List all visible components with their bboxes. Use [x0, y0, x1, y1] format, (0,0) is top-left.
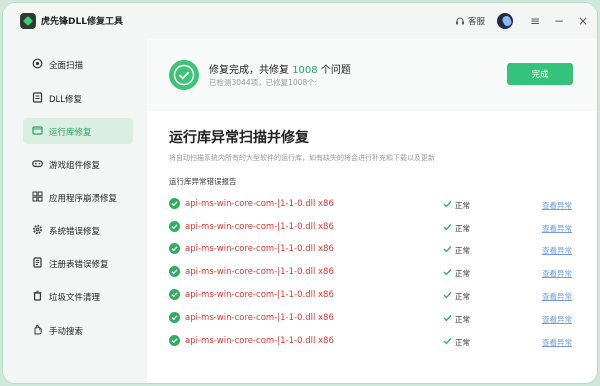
view-error-link[interactable]: 查看异常: [542, 291, 572, 302]
status-label: 正常: [455, 201, 470, 210]
ok-check-icon: [169, 266, 180, 277]
table-row: api-ms-win-core-com-|1-1-0.dll x86 正常 查看…: [169, 265, 579, 279]
status-check-icon: [443, 201, 452, 208]
dll-file-name: api-ms-win-core-com-|1-1-0.dll x86: [185, 244, 334, 254]
status-label: 正常: [455, 292, 470, 301]
repaired-count: 1008: [292, 65, 318, 76]
table-row: api-ms-win-core-com-|1-1-0.dll x86 正常 查看…: [169, 220, 579, 234]
status-check-icon: [443, 292, 452, 299]
registry-icon: [33, 257, 42, 268]
sidebar-item-label: 手动搜索: [49, 327, 84, 337]
dll-file-name: api-ms-win-core-com-|1-1-0.dll x86: [185, 267, 334, 277]
table-row: api-ms-win-core-com-|1-1-0.dll x86 正常 查看…: [169, 197, 579, 211]
status-label: 正常: [455, 246, 470, 255]
dll-file-name: api-ms-win-core-com-|1-1-0.dll x86: [185, 336, 334, 346]
sidebar-item-junk-cleanup[interactable]: 垃圾文件清理: [23, 283, 133, 309]
ok-check-icon: [169, 243, 180, 254]
summary-suffix: 个问题: [317, 65, 351, 76]
view-error-link[interactable]: 查看异常: [542, 314, 572, 325]
sidebar-item-registry[interactable]: 注册表错误修复: [23, 250, 133, 276]
sidebar-item-runtime-repair[interactable]: 运行库修复: [23, 118, 133, 144]
hand-icon: [34, 324, 42, 335]
sidebar-item-manual-search[interactable]: 手动搜索: [23, 317, 133, 343]
result-banner: 修复完成，共修复 1008 个问题 已检测3044项，已修复1008个: 完成: [147, 39, 597, 111]
app-window: 虎先锋DLL修复工具 客服 ≡ − × 全面扫描 DLL修复 运行库修复 游戏组…: [3, 3, 597, 383]
dll-file-name: api-ms-win-core-com-|1-1-0.dll x86: [185, 222, 334, 232]
menu-icon[interactable]: ≡: [525, 11, 545, 31]
ok-check-icon: [169, 312, 180, 323]
table-row: api-ms-win-core-com-|1-1-0.dll x86 正常 查看…: [169, 288, 579, 302]
sidebar-item-dll-repair[interactable]: DLL修复: [23, 85, 133, 111]
sidebar-item-label: 垃圾文件清理: [49, 293, 101, 303]
ok-check-icon: [169, 221, 180, 232]
sidebar-item-full-scan[interactable]: 全面扫描: [23, 51, 133, 77]
headset-icon: [455, 17, 464, 25]
support-label: 客服: [467, 17, 485, 27]
status-check-icon: [443, 224, 452, 231]
ok-check-icon: [169, 198, 180, 209]
sidebar-item-label: 运行库修复: [49, 128, 92, 138]
table-row: api-ms-win-core-com-|1-1-0.dll x86 正常 查看…: [169, 334, 579, 348]
status-label: 正常: [455, 338, 470, 347]
sidebar-item-label: 注册表错误修复: [49, 260, 109, 270]
close-icon[interactable]: ×: [573, 11, 593, 31]
view-error-link[interactable]: 查看异常: [542, 200, 572, 211]
status-label: 正常: [455, 269, 470, 278]
sidebar: 全面扫描 DLL修复 运行库修复 游戏组件修复 应用程序崩溃修复 系统错误修复 …: [3, 39, 147, 383]
runtime-icon: [32, 126, 43, 135]
ok-check-icon: [169, 289, 180, 300]
support-button[interactable]: 客服: [455, 15, 485, 27]
dll-file-name: api-ms-win-core-com-|1-1-0.dll x86: [185, 313, 334, 323]
user-avatar[interactable]: [497, 13, 513, 29]
page-title: 运行库异常扫描并修复: [169, 130, 309, 146]
gamepad-icon: [32, 160, 43, 168]
sidebar-item-game-components[interactable]: 游戏组件修复: [23, 151, 133, 177]
status-check-icon: [443, 269, 452, 276]
app-title: 虎先锋DLL修复工具: [41, 17, 123, 27]
title-bar: 虎先锋DLL修复工具 客服 ≡ − ×: [3, 3, 597, 39]
complete-button[interactable]: 完成: [507, 63, 573, 85]
success-check-icon: [169, 60, 199, 90]
sidebar-item-label: 全面扫描: [49, 61, 84, 71]
summary-prefix: 修复完成，共修复: [209, 65, 293, 76]
view-error-link[interactable]: 查看异常: [542, 223, 572, 234]
status-label: 正常: [455, 224, 470, 233]
status-label: 正常: [455, 315, 470, 324]
minimize-icon[interactable]: −: [549, 11, 569, 31]
ok-check-icon: [169, 335, 180, 346]
report-label: 运行库异常错误报告: [169, 177, 237, 186]
view-error-link[interactable]: 查看异常: [542, 337, 572, 348]
app-logo-icon: [20, 13, 36, 29]
status-check-icon: [443, 315, 452, 322]
repair-summary-subtitle: 已检测3044项，已修复1008个:: [209, 78, 318, 87]
sidebar-item-label: 游戏组件修复: [49, 161, 101, 171]
dll-icon: [32, 92, 43, 103]
page-description: 将自动扫描系统内所有的大型软件的运行库，如有缺失的将会进行补充和下载以及更新: [169, 154, 435, 162]
scan-icon: [32, 58, 43, 69]
trash-icon: [33, 290, 42, 301]
sidebar-item-system-error[interactable]: 系统错误修复: [23, 217, 133, 243]
view-error-link[interactable]: 查看异常: [542, 245, 572, 256]
main-content: 修复完成，共修复 1008 个问题 已检测3044项，已修复1008个: 完成 …: [147, 39, 597, 383]
sidebar-item-label: 应用程序崩溃修复: [49, 194, 118, 204]
status-check-icon: [443, 246, 452, 253]
dll-file-name: api-ms-win-core-com-|1-1-0.dll x86: [185, 290, 334, 300]
repair-summary-title: 修复完成，共修复 1008 个问题: [209, 61, 351, 76]
table-row: api-ms-win-core-com-|1-1-0.dll x86 正常 查看…: [169, 311, 579, 325]
sidebar-item-label: DLL修复: [49, 95, 83, 105]
app-grid-icon: [32, 191, 43, 202]
status-check-icon: [443, 338, 452, 345]
dll-file-name: api-ms-win-core-com-|1-1-0.dll x86: [185, 199, 334, 209]
view-error-link[interactable]: 查看异常: [542, 268, 572, 279]
sidebar-item-app-crash[interactable]: 应用程序崩溃修复: [23, 184, 133, 210]
gear-icon: [33, 225, 42, 234]
sidebar-item-label: 系统错误修复: [49, 227, 101, 237]
table-row: api-ms-win-core-com-|1-1-0.dll x86 正常 查看…: [169, 242, 579, 256]
